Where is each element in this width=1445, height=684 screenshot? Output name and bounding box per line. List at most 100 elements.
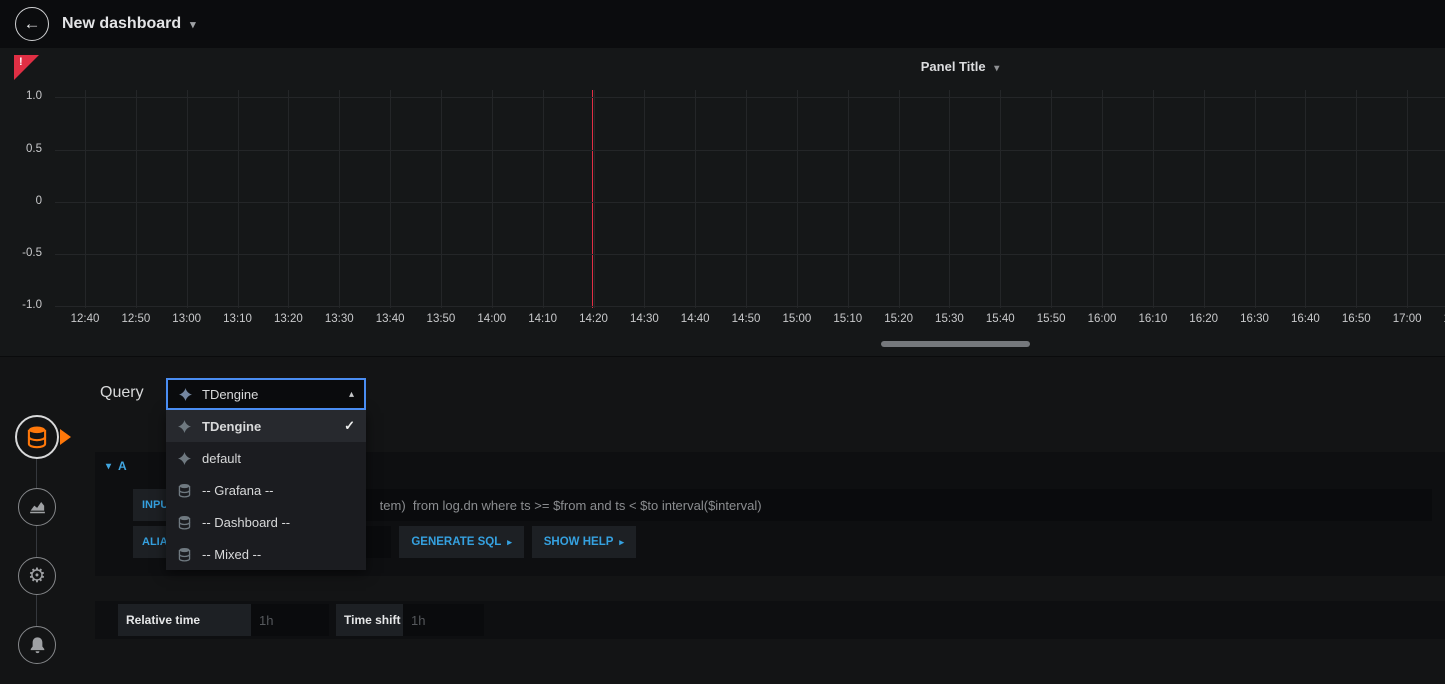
- query-section-label: Query: [100, 384, 144, 402]
- panel-error-corner[interactable]: [14, 55, 39, 80]
- time-shift-input[interactable]: [403, 604, 484, 636]
- datasource-menu: TDengine✓ default -- Grafana -- -- Dashboar…: [166, 410, 366, 570]
- datasource-option[interactable]: -- Mixed --: [166, 538, 366, 570]
- y-axis-tick: 0: [6, 195, 42, 207]
- app-header: ← New dashboard ▾: [0, 0, 1445, 48]
- chevron-up-icon: ▴: [349, 389, 354, 400]
- x-axis-tick: 13:00: [165, 313, 209, 325]
- x-gridline: [1407, 90, 1408, 308]
- x-axis-tick: 14:50: [724, 313, 768, 325]
- x-axis-tick: 16:40: [1283, 313, 1327, 325]
- x-axis-tick: 13:40: [368, 313, 412, 325]
- datasource-option-label: -- Mixed --: [202, 547, 261, 562]
- x-axis-tick: 14:10: [521, 313, 565, 325]
- x-gridline: [85, 90, 86, 308]
- x-axis-tick: 15:00: [775, 313, 819, 325]
- graph-icon: [28, 498, 47, 517]
- caret-right-icon: ▸: [619, 537, 624, 548]
- x-gridline: [1356, 90, 1357, 308]
- sql-input[interactable]: [214, 489, 1432, 521]
- x-gridline: [1051, 90, 1052, 308]
- datasource-picker[interactable]: TDengine ▴: [166, 378, 366, 410]
- x-axis-tick: 16:20: [1182, 313, 1226, 325]
- y-gridline: [55, 202, 1445, 203]
- panel-title: Panel Title: [921, 59, 986, 74]
- x-axis-tick: 12:40: [63, 313, 107, 325]
- panel-title-menu[interactable]: Panel Title ▾: [860, 59, 1060, 74]
- datasource-option[interactable]: -- Dashboard --: [166, 506, 366, 538]
- x-gridline: [187, 90, 188, 308]
- query-row-letter: A: [118, 459, 127, 473]
- panel-chart: ! Panel Title ▾ 12:40 12:50 13:00 13:10 13:2…: [0, 48, 1445, 357]
- datasource-option[interactable]: -- Grafana --: [166, 474, 366, 506]
- bell-icon: [28, 636, 47, 655]
- back-button[interactable]: ←: [15, 7, 49, 41]
- page-title: New dashboard: [62, 15, 181, 33]
- x-gridline: [238, 90, 239, 308]
- x-gridline: [390, 90, 391, 308]
- x-gridline: [492, 90, 493, 308]
- datasource-option-label: -- Grafana --: [202, 483, 274, 498]
- x-axis-tick: 15:30: [927, 313, 971, 325]
- database-icon: [177, 547, 192, 562]
- x-axis-tick: 16:30: [1233, 313, 1277, 325]
- warning-icon: !: [19, 56, 23, 68]
- x-axis-tick: 15:40: [978, 313, 1022, 325]
- chevron-down-icon: ▾: [994, 63, 999, 74]
- datasource-option[interactable]: TDengine✓: [166, 410, 366, 442]
- y-gridline: [55, 306, 1445, 307]
- x-gridline: [136, 90, 137, 308]
- time-options-row: Relative time Time shift: [95, 601, 1445, 639]
- show-help-button[interactable]: SHOW HELP ▸: [532, 526, 636, 558]
- x-axis-tick: 17:10: [1436, 313, 1445, 325]
- datasource-selected-label: TDengine: [202, 387, 258, 402]
- x-axis-tick: 16:50: [1334, 313, 1378, 325]
- x-axis-tick: 12:50: [114, 313, 158, 325]
- star-icon: [178, 387, 193, 402]
- editor-tab-visualization[interactable]: [18, 488, 56, 526]
- x-axis-tick: 14:40: [673, 313, 717, 325]
- database-icon: [177, 483, 192, 498]
- x-axis-tick: 13:10: [216, 313, 260, 325]
- dashboard-title-menu[interactable]: New dashboard ▾: [62, 0, 196, 48]
- x-gridline: [949, 90, 950, 308]
- y-axis-tick: 1.0: [6, 90, 42, 102]
- datasource-option[interactable]: default: [166, 442, 366, 474]
- y-axis-tick: -0.5: [6, 247, 42, 259]
- relative-time-input[interactable]: [251, 604, 329, 636]
- relative-time-label: Relative time: [118, 604, 251, 636]
- x-gridline: [797, 90, 798, 308]
- x-gridline: [746, 90, 747, 308]
- generate-sql-button[interactable]: GENERATE SQL ▸: [399, 526, 523, 558]
- x-axis-tick: 15:20: [877, 313, 921, 325]
- generate-sql-label: GENERATE SQL: [411, 536, 501, 548]
- x-axis-tick: 13:20: [266, 313, 310, 325]
- chevron-down-icon: ▾: [190, 18, 196, 31]
- x-gridline: [1000, 90, 1001, 308]
- editor-tab-alert[interactable]: [18, 626, 56, 664]
- x-gridline: [594, 90, 595, 308]
- x-gridline: [899, 90, 900, 308]
- star-icon: [177, 451, 192, 466]
- editor-tab-queries[interactable]: [15, 415, 59, 459]
- x-axis-tick: 16:10: [1131, 313, 1175, 325]
- arrow-left-icon: ←: [24, 14, 41, 34]
- x-axis-tick: 15:10: [826, 313, 870, 325]
- panel-editor: ⚙ Query TDengine ▴ ▾ A INPUT SQL ALIAS B…: [0, 357, 1445, 684]
- datasource-option-label: TDengine: [202, 419, 261, 434]
- star-icon: [177, 419, 192, 434]
- x-gridline: [339, 90, 340, 308]
- x-gridline: [1255, 90, 1256, 308]
- editor-tab-general[interactable]: ⚙: [18, 557, 56, 595]
- x-axis-tick: 14:20: [572, 313, 616, 325]
- x-gridline: [848, 90, 849, 308]
- x-axis-tick: 14:30: [622, 313, 666, 325]
- show-help-label: SHOW HELP: [544, 536, 614, 548]
- x-gridline: [644, 90, 645, 308]
- x-axis-tick: 15:50: [1029, 313, 1073, 325]
- tabs-connector-line: [36, 437, 37, 645]
- x-gridline: [1102, 90, 1103, 308]
- horizontal-scrollbar[interactable]: [881, 341, 1030, 347]
- datasource-option-label: default: [202, 451, 241, 466]
- chevron-down-icon: ▾: [106, 461, 111, 472]
